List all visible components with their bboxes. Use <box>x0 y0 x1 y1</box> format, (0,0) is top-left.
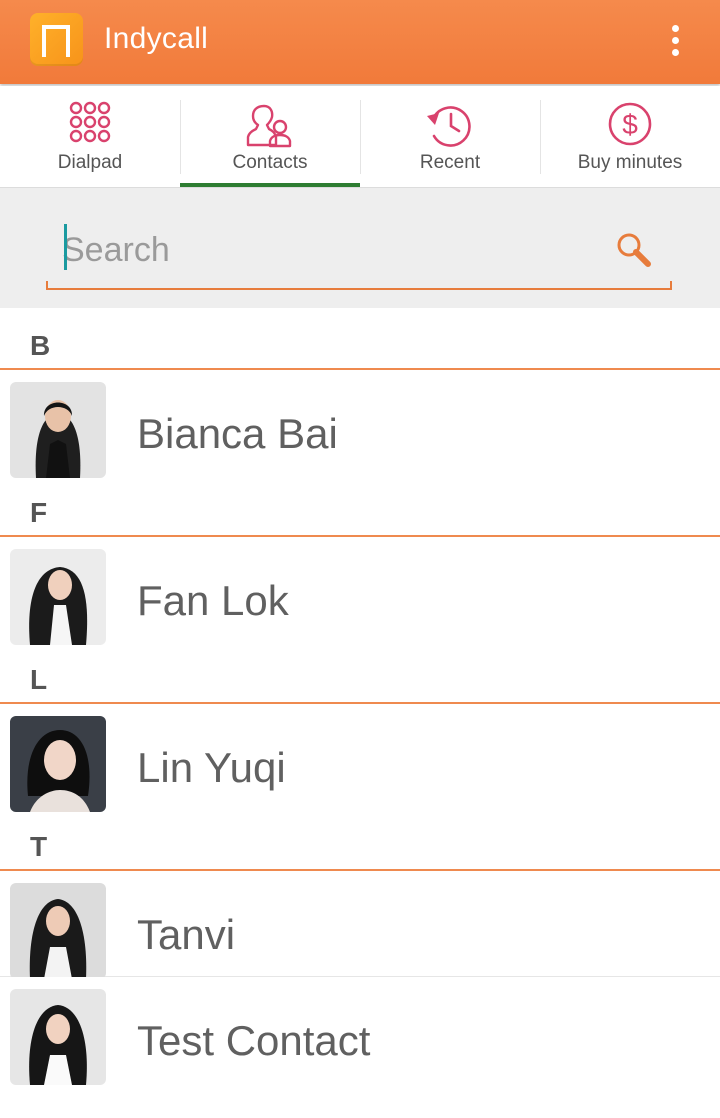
history-clock-icon <box>427 106 471 147</box>
section-letter: F <box>30 497 48 528</box>
svg-text:$: $ <box>622 109 638 140</box>
tab-label: Contacts <box>232 152 308 173</box>
tab-label: Recent <box>419 152 481 173</box>
section-header-b: B <box>0 308 720 370</box>
contact-row[interactable]: Tanvi <box>0 871 720 979</box>
contact-name: Bianca Bai <box>137 410 338 457</box>
section-header-t: T <box>0 809 720 871</box>
contacts-icon <box>246 104 292 148</box>
avatar <box>10 549 106 645</box>
tab-label: Dialpad <box>57 152 123 173</box>
avatar <box>10 989 106 1085</box>
contact-name: Fan Lok <box>137 577 289 624</box>
contact-name: Tanvi <box>137 911 236 958</box>
search-input[interactable] <box>62 222 592 278</box>
avatar <box>10 716 106 812</box>
contact-row[interactable]: Fan Lok <box>0 537 720 645</box>
app-bar: Indycall <box>0 0 720 84</box>
overflow-menu-icon[interactable] <box>660 20 690 64</box>
dialpad-icon <box>69 101 111 143</box>
tab-label: Buy minutes <box>577 152 683 173</box>
contact-name: Lin Yuqi <box>137 744 286 791</box>
search-underline <box>46 281 672 290</box>
contact-row[interactable]: Bianca Bai <box>0 370 720 478</box>
contact-row[interactable]: Test Contact <box>0 977 720 1085</box>
avatar <box>10 382 106 478</box>
logo-n-icon <box>42 25 70 57</box>
contact-list: B Bianca Bai F Fan Lok L Lin Yuqi T Tanv… <box>0 308 720 1085</box>
app-title: Indycall <box>104 22 209 55</box>
avatar <box>10 883 106 979</box>
tab-buy-minutes[interactable]: $ Buy minutes <box>540 86 720 187</box>
tab-contacts[interactable]: Contacts <box>180 86 360 187</box>
dollar-coin-icon: $ <box>608 102 652 146</box>
section-letter: T <box>30 831 48 862</box>
text-caret <box>64 224 67 270</box>
contact-row[interactable]: Lin Yuqi <box>0 704 720 812</box>
app-logo <box>30 13 83 66</box>
section-header-l: L <box>0 642 720 704</box>
tab-dialpad[interactable]: Dialpad <box>0 86 180 187</box>
tab-recent[interactable]: Recent <box>360 86 540 187</box>
section-letter: B <box>30 330 51 361</box>
contact-name: Test Contact <box>137 1017 371 1064</box>
tab-bar: Dialpad Contacts Recent $ Buy minutes <box>0 86 720 188</box>
section-letter: L <box>30 664 48 695</box>
section-header-f: F <box>0 475 720 537</box>
search-icon[interactable] <box>612 228 656 272</box>
